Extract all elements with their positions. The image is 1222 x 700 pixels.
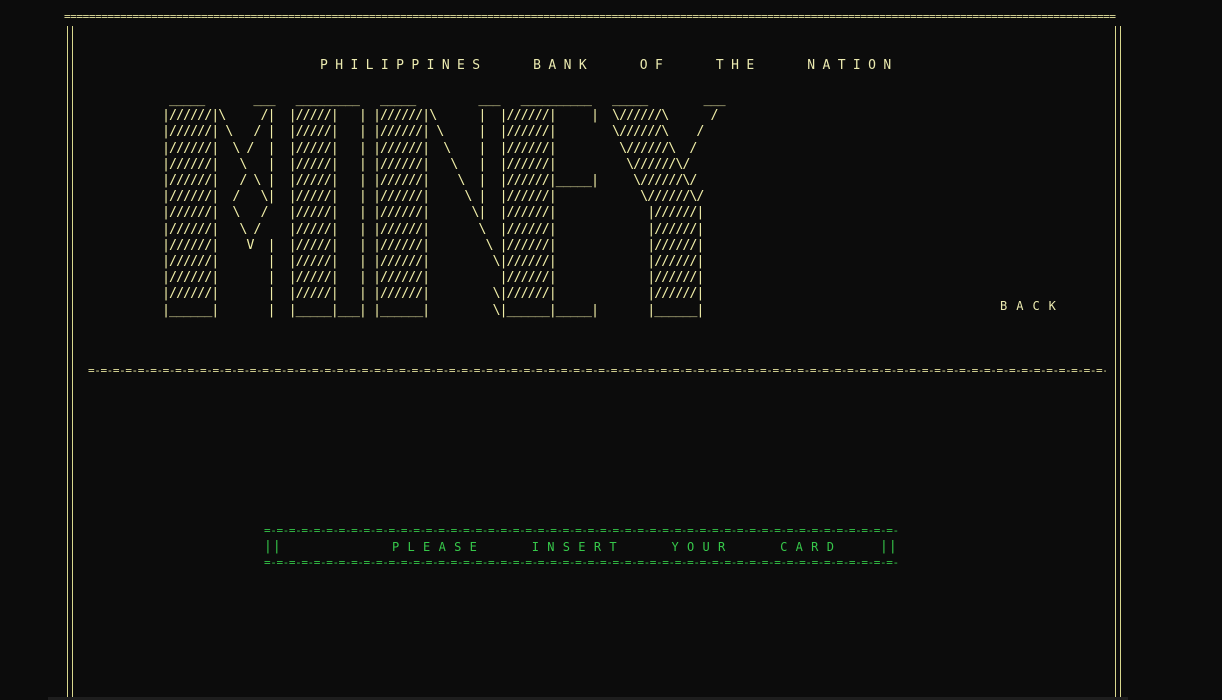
bank-name-heading: PHILIPPINES BANK OF THE NATION — [320, 58, 899, 73]
prompt-left-border: || — [264, 539, 282, 554]
terminal-screen: ========================================… — [0, 0, 1222, 700]
prompt-top-rule: =-=-=-=-=-=-=-=-=-=-=-=-=-=-=-=-=-=-=-=-… — [264, 524, 898, 537]
top-border-rule: ========================================… — [64, 10, 1116, 23]
money-ascii-logo: _____ ___ _________ _____ ___ __________… — [162, 92, 726, 318]
back-label: BACK — [1000, 299, 1065, 313]
section-divider: =-=-=-=-=-=-=-=-=-=-=-=-=-=-=-=-=-=-=-=-… — [88, 364, 1106, 377]
left-frame-border — [67, 26, 73, 700]
prompt-right-border: || — [880, 539, 898, 554]
insert-card-prompt: =-=-=-=-=-=-=-=-=-=-=-=-=-=-=-=-=-=-=-=-… — [264, 524, 898, 570]
insert-card-message: PLEASE INSERT YOUR CARD — [392, 540, 843, 554]
prompt-message-row: || PLEASE INSERT YOUR CARD || — [264, 538, 898, 556]
prompt-bottom-rule: =-=-=-=-=-=-=-=-=-=-=-=-=-=-=-=-=-=-=-=-… — [264, 556, 898, 569]
right-frame-border — [1115, 26, 1121, 700]
